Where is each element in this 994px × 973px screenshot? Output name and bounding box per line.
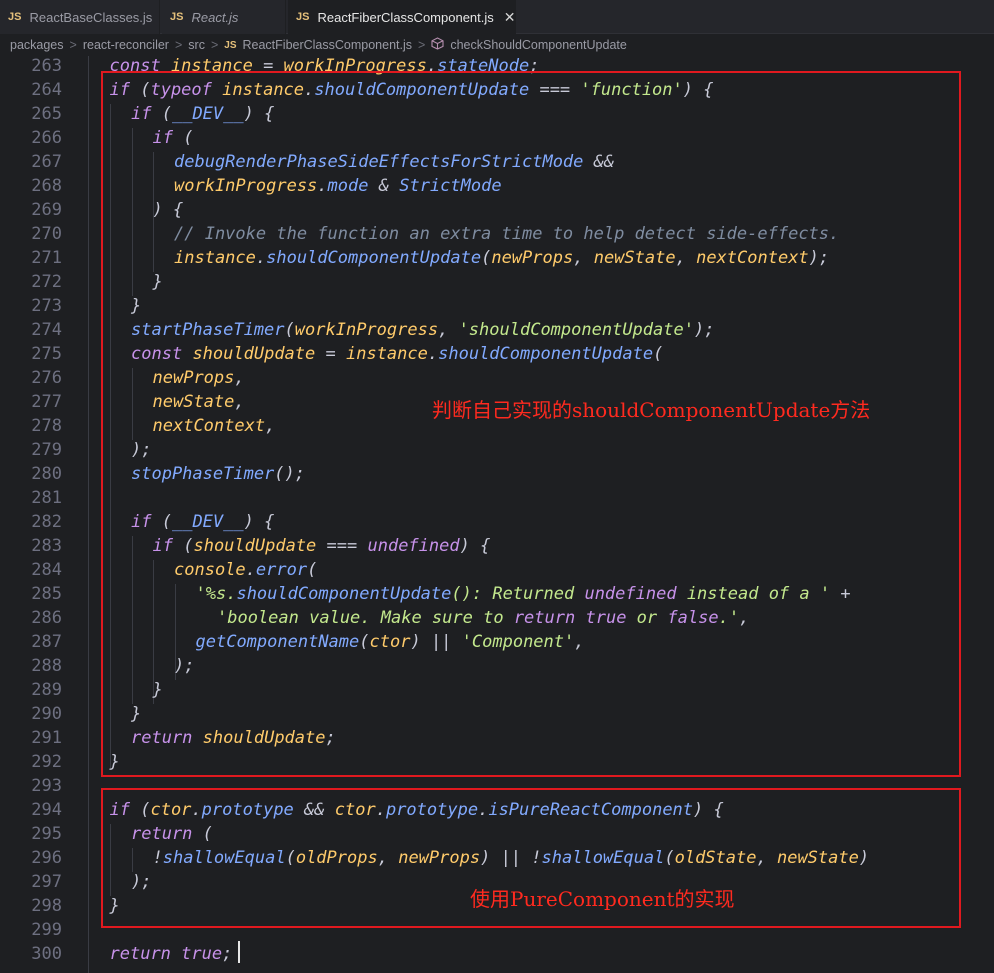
annotation-box-should-component-update (101, 71, 961, 777)
js-file-icon: JS (8, 11, 22, 23)
line-number: 297 (31, 872, 62, 892)
line-number: 300 (31, 944, 62, 964)
breadcrumb: packages > react-reconciler > src > JS R… (0, 34, 994, 56)
line-number: 294 (31, 800, 62, 820)
breadcrumb-item-file[interactable]: ReactFiberClassComponent.js (243, 38, 413, 52)
breadcrumb-item-react-reconciler[interactable]: react-reconciler (83, 38, 169, 52)
line-number: 276 (31, 368, 62, 388)
cube-symbol-icon (431, 37, 444, 53)
line-number: 299 (31, 920, 62, 940)
line-number: 291 (31, 728, 62, 748)
line-number: 280 (31, 464, 62, 484)
line-number: 264 (31, 80, 62, 100)
code-editor[interactable]: 263 const instance = workInProgress.state… (0, 56, 994, 973)
line-number: 263 (31, 56, 62, 76)
line-number: 281 (31, 488, 62, 508)
breadcrumb-item-src[interactable]: src (188, 38, 205, 52)
close-icon[interactable]: ✕ (504, 9, 516, 26)
line-number: 274 (31, 320, 62, 340)
tab-label: ReactBaseClasses.js (29, 9, 153, 25)
chevron-right-icon: > (69, 38, 77, 52)
line-number: 285 (31, 584, 62, 604)
js-file-icon: JS (296, 11, 310, 23)
chevron-right-icon: > (210, 38, 219, 52)
chevron-right-icon: > (418, 38, 426, 52)
code-line[interactable]: 300 return true; (0, 942, 994, 966)
line-number: 271 (31, 248, 62, 268)
text-cursor (238, 941, 240, 963)
tab-react[interactable]: JS React.js (162, 0, 286, 34)
line-number: 269 (31, 200, 62, 220)
annotation-note-pure-component: 使用PureComponent的实现 (470, 887, 735, 911)
line-number: 265 (31, 104, 62, 124)
line-number: 296 (31, 848, 62, 868)
line-number: 283 (31, 536, 62, 556)
tab-label: React.js (191, 9, 239, 25)
line-number: 298 (31, 896, 62, 916)
js-file-icon: JS (170, 11, 184, 23)
line-number: 293 (31, 776, 62, 796)
breadcrumb-item-packages[interactable]: packages (10, 38, 64, 52)
line-number: 288 (31, 656, 62, 676)
line-number: 267 (31, 152, 62, 172)
line-number: 277 (31, 392, 62, 412)
line-number: 287 (31, 632, 62, 652)
chevron-right-icon: > (174, 38, 183, 52)
line-number: 286 (31, 608, 62, 628)
line-number: 272 (31, 272, 62, 292)
annotation-note-custom-scu: 判断自己实现的shouldComponentUpdate方法 (432, 398, 871, 422)
line-number: 278 (31, 416, 62, 436)
line-number: 273 (31, 296, 62, 316)
line-number: 282 (31, 512, 62, 532)
breadcrumb-item-symbol[interactable]: checkShouldComponentUpdate (450, 38, 627, 52)
line-number: 270 (31, 224, 62, 244)
line-number: 284 (31, 560, 62, 580)
code-text: return true; (109, 944, 233, 964)
line-number: 266 (31, 128, 62, 148)
js-file-icon: JS (224, 39, 237, 51)
tab-react-fiber-class-component[interactable]: JS ReactFiberClassComponent.js ✕ (288, 0, 516, 34)
line-number: 289 (31, 680, 62, 700)
line-number: 295 (31, 824, 62, 844)
tab-label: ReactFiberClassComponent.js (317, 9, 494, 25)
line-number: 279 (31, 440, 62, 460)
line-number: 290 (31, 704, 62, 724)
tab-react-base-classes[interactable]: JS ReactBaseClasses.js (0, 0, 160, 34)
line-number: 275 (31, 344, 62, 364)
line-number: 268 (31, 176, 62, 196)
line-number: 292 (31, 752, 62, 772)
tab-bar: JS ReactBaseClasses.js JS React.js JS Re… (0, 0, 994, 34)
